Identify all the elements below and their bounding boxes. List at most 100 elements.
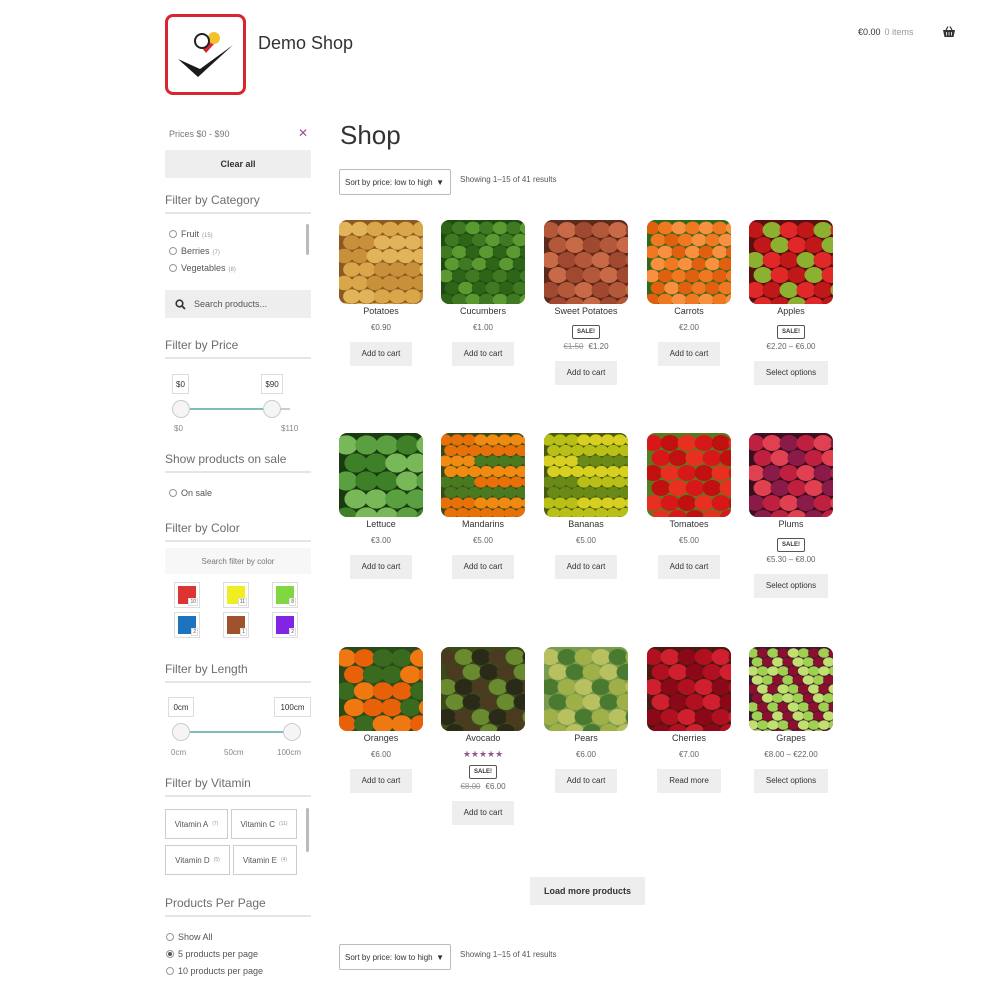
product-card-carrots: Carrots €2.00 Add to cart xyxy=(638,220,740,366)
vitamin-c-option[interactable]: Vitamin C (11) xyxy=(231,809,297,839)
color-swatch-yellow[interactable]: 11 xyxy=(223,582,249,608)
length-max-field[interactable]: 100cm xyxy=(274,697,311,717)
site-title[interactable]: Demo Shop xyxy=(258,33,353,54)
add-to-cart-button[interactable]: Add to cart xyxy=(451,342,515,366)
current-price: €2.00 xyxy=(678,323,700,332)
price-min-field[interactable]: $0 xyxy=(172,374,189,394)
length-min-field[interactable]: 0cm xyxy=(168,697,194,717)
product-name[interactable]: Potatoes xyxy=(330,306,432,320)
radio-icon[interactable] xyxy=(169,247,177,255)
product-name[interactable]: Bananas xyxy=(535,519,637,533)
sort-select-top[interactable]: Sort by price: low to high ▼ xyxy=(339,169,451,195)
product-image[interactable] xyxy=(749,647,833,731)
color-swatch-blue[interactable]: 2 xyxy=(174,612,200,638)
vitamin-e-option[interactable]: Vitamin E (4) xyxy=(233,845,297,875)
add-to-cart-button[interactable]: Add to cart xyxy=(451,801,515,825)
color-swatch-brown[interactable]: 1 xyxy=(223,612,249,638)
basket-icon[interactable] xyxy=(942,26,956,38)
sort-select-bottom[interactable]: Sort by price: low to high ▼ xyxy=(339,944,451,970)
product-image[interactable] xyxy=(749,433,833,517)
site-logo[interactable] xyxy=(165,14,246,95)
product-name[interactable]: Pears xyxy=(535,733,637,747)
add-to-cart-button[interactable]: Add to cart xyxy=(657,342,721,366)
read-more-button[interactable]: Read more xyxy=(657,769,721,793)
price-max-field[interactable]: $90 xyxy=(261,374,283,394)
add-to-cart-button[interactable]: Add to cart xyxy=(554,769,618,793)
product-name[interactable]: Plums xyxy=(740,519,842,533)
product-name[interactable]: Oranges xyxy=(330,733,432,747)
product-image[interactable] xyxy=(544,647,628,731)
per-page-show-all[interactable]: Show All xyxy=(166,932,263,949)
category-scrollbar[interactable] xyxy=(306,224,309,255)
select-options-button[interactable]: Select options xyxy=(753,769,829,793)
product-name[interactable]: Apples xyxy=(740,306,842,320)
length-slider-max-handle[interactable] xyxy=(283,723,301,741)
product-name[interactable]: Lettuce xyxy=(330,519,432,533)
color-swatch-green[interactable]: 8 xyxy=(272,582,298,608)
category-item-berries[interactable]: Berries (7) xyxy=(169,246,236,263)
product-image[interactable] xyxy=(544,433,628,517)
product-image[interactable] xyxy=(647,647,731,731)
on-sale-filter-title: Show products on sale xyxy=(165,452,311,473)
vitamin-a-option[interactable]: Vitamin A (7) xyxy=(165,809,228,839)
product-image[interactable] xyxy=(339,433,423,517)
product-image[interactable] xyxy=(339,220,423,304)
current-price: €1.00 xyxy=(472,323,494,332)
clear-all-button[interactable]: Clear all xyxy=(165,150,311,178)
product-name[interactable]: Cucumbers xyxy=(432,306,534,320)
category-item-fruit[interactable]: Fruit (15) xyxy=(169,229,236,246)
product-name[interactable]: Avocado xyxy=(432,733,534,747)
product-name[interactable]: Mandarins xyxy=(432,519,534,533)
add-to-cart-button[interactable]: Add to cart xyxy=(657,555,721,579)
add-to-cart-button[interactable]: Add to cart xyxy=(349,555,413,579)
add-to-cart-button[interactable]: Add to cart xyxy=(451,555,515,579)
category-item-vegetables[interactable]: Vegetables (8) xyxy=(169,263,236,280)
vitamin-d-option[interactable]: Vitamin D (5) xyxy=(165,845,230,875)
radio-icon[interactable] xyxy=(169,489,177,497)
vitamin-scrollbar[interactable] xyxy=(306,808,309,852)
product-price: €1.50 €1.20 xyxy=(535,342,637,351)
radio-selected-icon[interactable] xyxy=(166,950,174,958)
color-search-input[interactable]: Search filter by color xyxy=(165,548,311,574)
radio-icon[interactable] xyxy=(169,230,177,238)
product-name[interactable]: Cherries xyxy=(638,733,740,747)
product-name[interactable]: Tomatoes xyxy=(638,519,740,533)
add-to-cart-button[interactable]: Add to cart xyxy=(554,361,618,385)
product-image[interactable] xyxy=(647,220,731,304)
product-image[interactable] xyxy=(441,433,525,517)
price-slider-max-handle[interactable] xyxy=(263,400,281,418)
product-name[interactable]: Carrots xyxy=(638,306,740,320)
product-image[interactable] xyxy=(647,433,731,517)
product-name[interactable]: Sweet Potatoes xyxy=(535,306,637,320)
add-to-cart-button[interactable]: Add to cart xyxy=(349,769,413,793)
length-slider-min-handle[interactable] xyxy=(172,723,190,741)
load-more-button[interactable]: Load more products xyxy=(530,877,645,905)
product-image[interactable] xyxy=(339,647,423,731)
select-options-button[interactable]: Select options xyxy=(753,361,829,385)
color-swatch-purple[interactable]: 2 xyxy=(272,612,298,638)
per-page-5[interactable]: 5 products per page xyxy=(166,949,263,966)
radio-icon[interactable] xyxy=(166,967,174,975)
length-slider-range[interactable] xyxy=(180,731,291,733)
per-page-title: Products Per Page xyxy=(165,896,311,917)
color-swatch-red[interactable]: 10 xyxy=(174,582,200,608)
product-image[interactable] xyxy=(749,220,833,304)
radio-icon[interactable] xyxy=(166,933,174,941)
product-name[interactable]: Grapes xyxy=(740,733,842,747)
cart-summary[interactable]: €0.00 0 items xyxy=(858,27,914,37)
current-price: €5.00 xyxy=(472,536,494,545)
product-search-input[interactable]: Search products... xyxy=(165,290,311,318)
remove-filter-icon[interactable]: ✕ xyxy=(298,126,308,140)
radio-icon[interactable] xyxy=(169,264,177,272)
product-price: €8.00 – €22.00 xyxy=(740,750,842,759)
select-options-button[interactable]: Select options xyxy=(753,574,829,598)
product-image[interactable] xyxy=(544,220,628,304)
product-image[interactable] xyxy=(441,647,525,731)
on-sale-option[interactable]: On sale xyxy=(169,488,212,505)
per-page-10[interactable]: 10 products per page xyxy=(166,966,263,983)
add-to-cart-button[interactable]: Add to cart xyxy=(554,555,618,579)
add-to-cart-button[interactable]: Add to cart xyxy=(349,342,413,366)
product-image[interactable] xyxy=(441,220,525,304)
price-slider-min-handle[interactable] xyxy=(172,400,190,418)
current-price: €0.90 xyxy=(370,323,392,332)
